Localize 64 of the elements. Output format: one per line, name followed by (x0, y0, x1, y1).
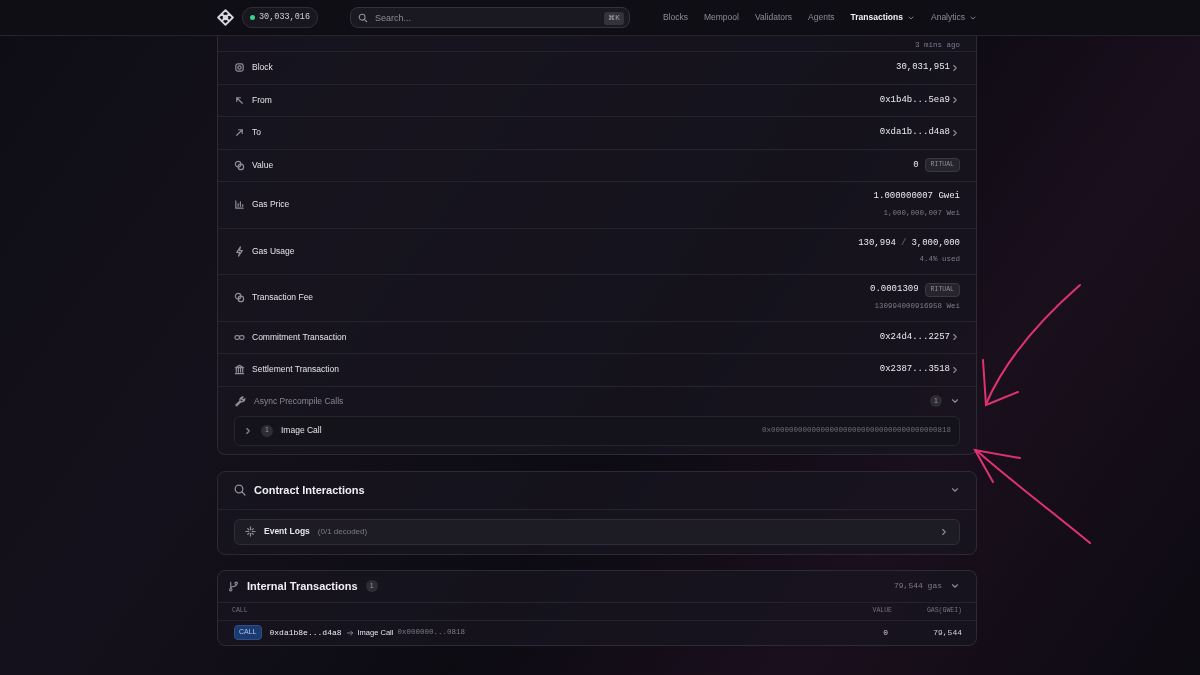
hash-link[interactable]: 0x24d4...2257 (879, 330, 950, 344)
section-title: Contract Interactions (254, 482, 365, 498)
section-label: Async Precompile Calls (254, 394, 344, 408)
branch-icon (228, 580, 239, 592)
arrow-right-icon (345, 628, 354, 637)
nav-link[interactable]: Analytics (931, 11, 977, 24)
search-icon (234, 484, 246, 496)
wrench-icon (234, 394, 247, 408)
chevron-right-icon[interactable] (950, 62, 960, 73)
chevron-right-icon[interactable] (950, 127, 960, 138)
chevron-down-icon[interactable] (950, 485, 960, 495)
chevron-down-icon[interactable] (950, 581, 960, 591)
field-label: Settlement Transaction (252, 363, 339, 377)
logo-icon[interactable] (217, 9, 234, 26)
search-icon (358, 12, 368, 23)
call-name: Image Call (281, 424, 322, 437)
decoded-count: (0/1 decoded) (317, 525, 368, 538)
field-label: Commitment Transaction (252, 330, 347, 344)
hash-link[interactable]: 0x2387...3518 (879, 363, 950, 377)
gas-limit: 3,000,000 (911, 236, 960, 250)
address-link[interactable]: 0xda1b8e...d4a8 (269, 626, 342, 639)
nav-link[interactable]: Blocks (662, 11, 688, 24)
amount-value: 0 (913, 158, 919, 172)
field-label: Value (252, 158, 274, 172)
coins-icon (234, 292, 245, 304)
field-label: To (252, 126, 261, 140)
lightning-icon (234, 245, 245, 257)
amount-value: 1.000000007 Gwei (873, 190, 960, 204)
hash-link[interactable]: 0x1b4b...5ea9 (879, 93, 950, 107)
chevron-right-icon[interactable] (939, 526, 949, 537)
nav-link[interactable]: Agents (808, 11, 835, 24)
chevron-right-icon[interactable] (950, 95, 960, 106)
separator: / (901, 236, 907, 250)
field-label: From (252, 93, 272, 107)
chevron-right-icon[interactable] (243, 425, 253, 436)
event-logs-label: Event Logs (264, 525, 310, 538)
chevron-down-icon[interactable] (950, 396, 960, 406)
hash-link[interactable]: 0xda1b...d4a8 (879, 126, 950, 140)
nav-link[interactable]: Transactions (850, 11, 915, 24)
chevron-right-icon[interactable] (950, 364, 960, 375)
total-gas: 79,544 gas (894, 580, 942, 592)
nav-link[interactable]: Mempool (703, 11, 739, 24)
status-dot (250, 15, 255, 20)
event-logs-row[interactable]: Event Logs (0/1 decoded) (234, 518, 960, 545)
field-label: Block (252, 61, 273, 75)
section-title: Internal Transactions (247, 578, 358, 594)
block-height-badge: 30,033,016 (242, 7, 318, 28)
nav-link[interactable]: Validators (754, 11, 793, 24)
coins-icon (234, 159, 245, 171)
value-cell-text: 0 (882, 626, 888, 639)
amount-value: 0.0001309 (870, 283, 919, 297)
field-label: Gas Price (252, 198, 290, 212)
gas-cell-text: 79,544 (932, 626, 962, 639)
gas-used: 130,994 (858, 236, 896, 250)
field-label: Transaction Fee (252, 291, 314, 305)
field-label: Gas Usage (252, 244, 295, 258)
arrow-up-right-icon (234, 127, 245, 139)
arrow-up-left-icon (234, 94, 245, 106)
hash-link[interactable]: 30,031,951 (896, 61, 950, 75)
bar-chart-icon (234, 199, 245, 211)
sparkle-icon (245, 526, 256, 537)
cube-icon (234, 62, 245, 74)
bank-icon (234, 364, 245, 376)
chevron-right-icon[interactable] (950, 332, 960, 343)
